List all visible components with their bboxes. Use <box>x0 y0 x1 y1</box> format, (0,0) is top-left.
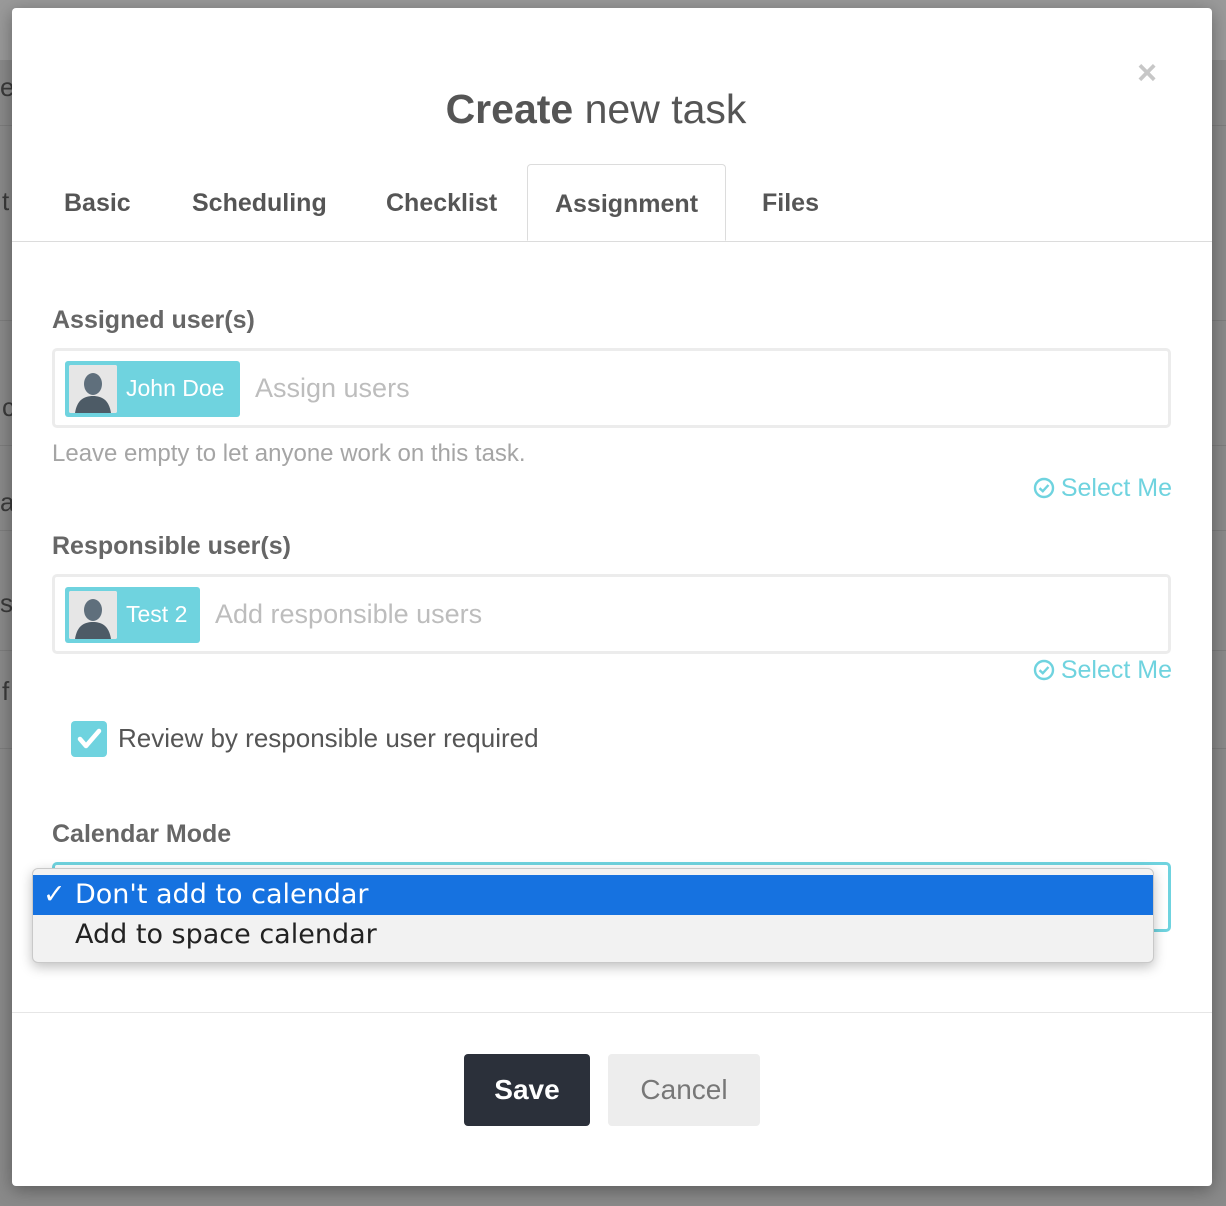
user-chip[interactable]: John Doe <box>65 361 240 417</box>
create-task-modal: × Create new task Basic Scheduling Check… <box>12 8 1212 1186</box>
modal-title-bold: Create <box>445 86 574 132</box>
tab-checklist[interactable]: Checklist <box>386 164 497 241</box>
user-silhouette-icon <box>69 591 117 639</box>
dropdown-option-add-space[interactable]: Add to space calendar <box>33 915 1153 955</box>
avatar <box>69 365 117 413</box>
responsible-users-input[interactable]: Test 2 Add responsible users <box>52 574 1171 654</box>
checkmark-icon <box>77 728 102 749</box>
cancel-button[interactable]: Cancel <box>608 1054 760 1126</box>
background-text-fragment: t <box>2 186 10 216</box>
close-icon[interactable]: × <box>1132 56 1162 90</box>
modal-title-rest: new task <box>573 86 747 132</box>
save-button[interactable]: Save <box>464 1054 590 1126</box>
tab-files[interactable]: Files <box>762 164 819 241</box>
assigned-users-label: Assigned user(s) <box>52 306 255 334</box>
calendar-mode-dropdown: ✓ Don't add to calendar Add to space cale… <box>32 868 1154 963</box>
footer-divider <box>12 1012 1212 1013</box>
user-chip[interactable]: Test 2 <box>65 587 200 643</box>
user-chip-name: John Doe <box>126 375 225 401</box>
check-circle-icon <box>1033 477 1055 506</box>
review-required-label: Review by responsible user required <box>118 723 539 753</box>
assign-users-placeholder: Assign users <box>255 373 410 403</box>
select-me-link-assigned[interactable]: Select Me <box>1033 474 1172 506</box>
assigned-users-hint: Leave empty to let anyone work on this t… <box>52 440 526 467</box>
select-me-link-responsible[interactable]: Select Me <box>1033 656 1172 688</box>
option-label: Add to space calendar <box>75 919 377 950</box>
tab-scheduling[interactable]: Scheduling <box>192 164 327 241</box>
option-label: Don't add to calendar <box>75 879 369 910</box>
calendar-mode-label: Calendar Mode <box>52 820 232 848</box>
responsible-users-label: Responsible user(s) <box>52 532 291 560</box>
tab-basic[interactable]: Basic <box>64 164 131 241</box>
user-chip-name: Test 2 <box>126 601 188 627</box>
checkmark-icon: ✓ <box>43 879 66 910</box>
tab-bar: Basic Scheduling Checklist Assignment Fi… <box>12 164 1212 242</box>
user-silhouette-icon <box>69 365 117 413</box>
avatar <box>69 591 117 639</box>
modal-title: Create new task <box>12 86 1180 133</box>
review-required-checkbox[interactable] <box>71 721 107 757</box>
background-text-fragment: f <box>2 676 10 706</box>
tab-assignment[interactable]: Assignment <box>527 164 726 241</box>
select-me-label: Select Me <box>1060 474 1172 502</box>
assigned-users-input[interactable]: John Doe Assign users <box>52 348 1171 428</box>
add-responsible-placeholder: Add responsible users <box>215 599 483 629</box>
select-me-label: Select Me <box>1060 656 1172 684</box>
check-circle-icon <box>1033 659 1055 688</box>
dropdown-option-dont-add[interactable]: ✓ Don't add to calendar <box>33 875 1153 915</box>
